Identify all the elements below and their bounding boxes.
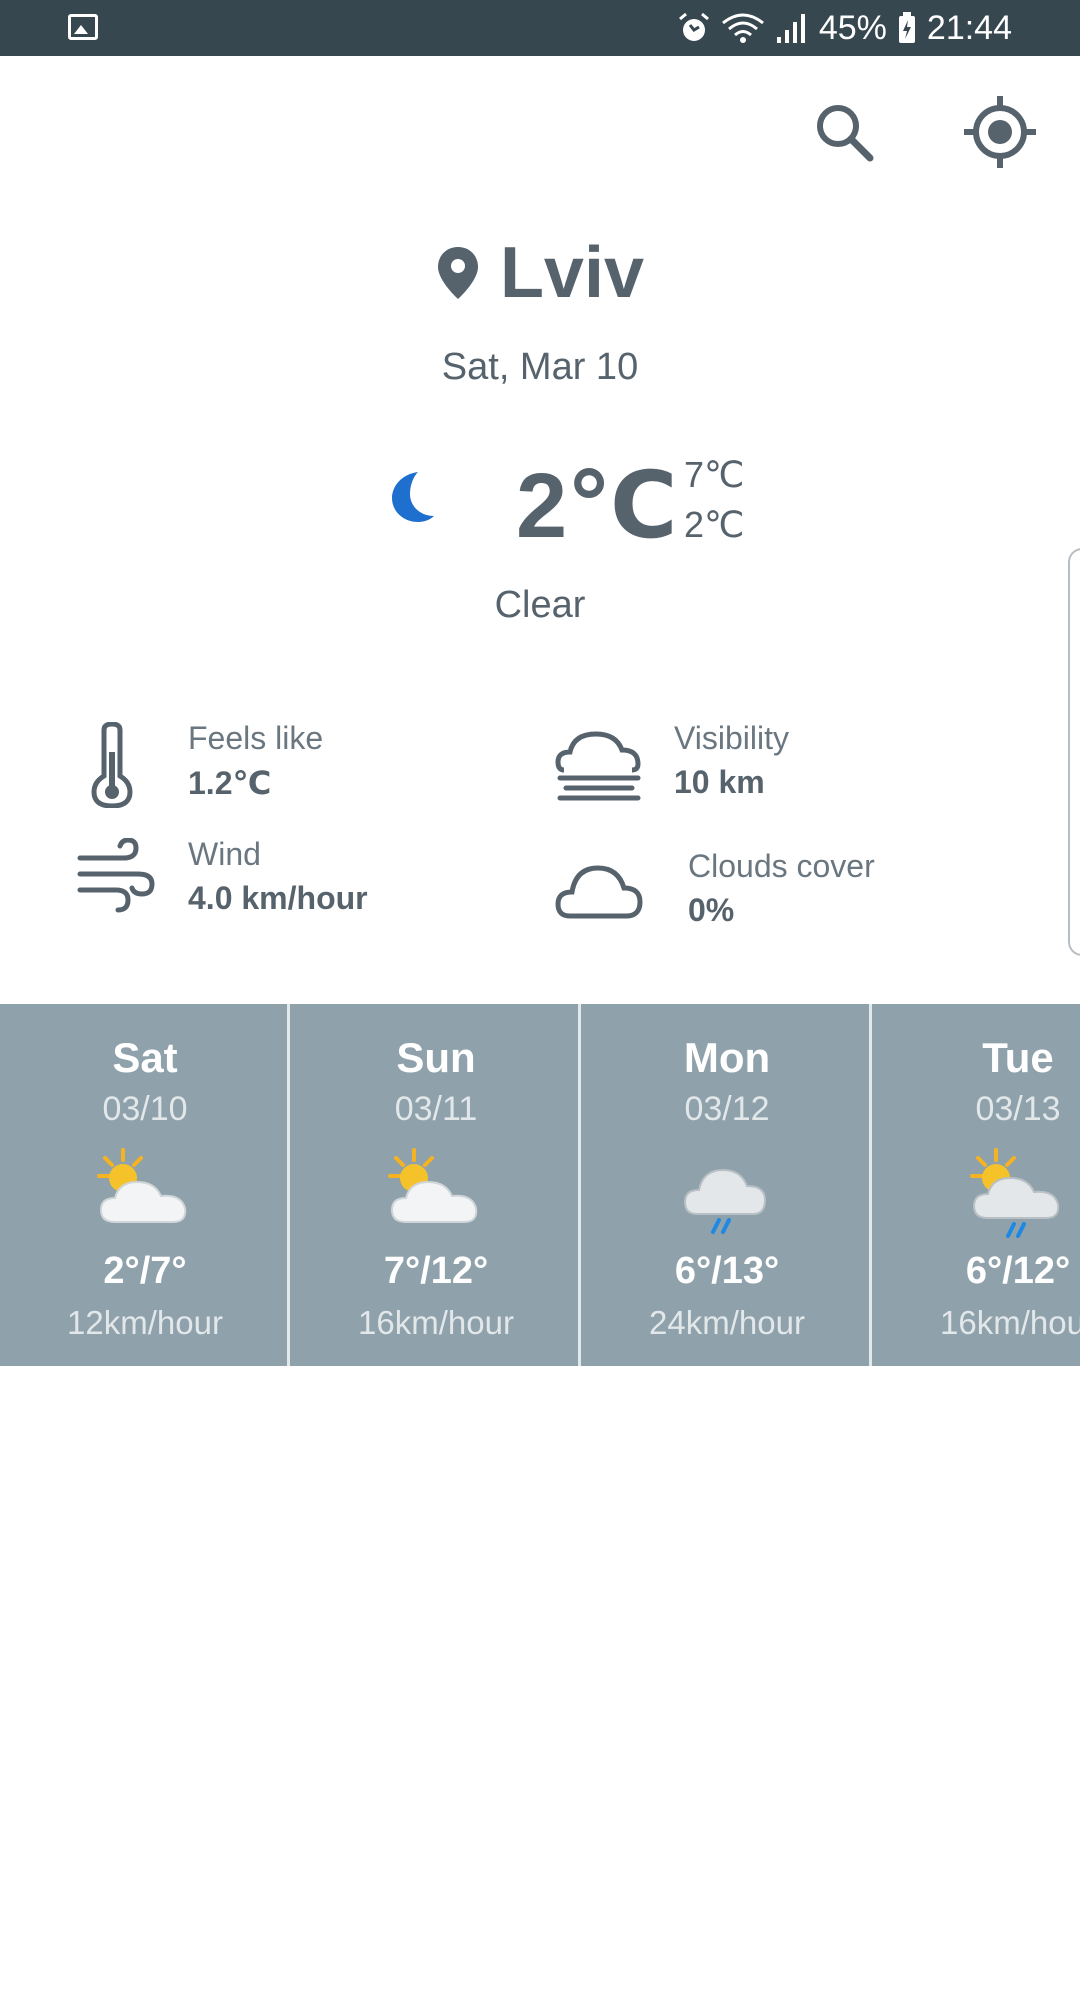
alarm-icon <box>678 12 709 41</box>
fog-icon <box>555 731 641 801</box>
partly-cloudy-icon <box>97 1148 187 1223</box>
forecast-strip[interactable]: Sat 03/10 2°/7° 12km/hour Sun 03/11 7°/1… <box>0 1004 1080 1366</box>
wind-icon <box>77 838 155 913</box>
wifi-icon <box>721 13 764 43</box>
high-temperature: 7℃ <box>684 454 745 495</box>
forecast-day: Mon <box>683 1034 771 1081</box>
search-button[interactable] <box>812 100 876 164</box>
weather-condition: Clear <box>494 584 586 626</box>
signal-icon <box>776 14 805 43</box>
forecast-temp: 6°/12° <box>965 1250 1071 1292</box>
forecast-wind: 16km/hour <box>358 1304 514 1341</box>
clouds-detail: Clouds cover 0% <box>540 826 1080 946</box>
cloud-icon <box>555 865 643 919</box>
feels-like-value: 1.2℃ <box>188 765 272 801</box>
forecast-wind: 16km/hour <box>940 1304 1080 1341</box>
feels-like-label: Feels like <box>188 720 324 756</box>
wind-value: 4.0 km/hour <box>188 880 368 916</box>
forecast-card[interactable]: Tue 03/13 6°/12° 16km/hour <box>873 1004 1080 1366</box>
search-icon <box>817 105 874 162</box>
status-bar: 45% 21:44 <box>0 0 1080 56</box>
forecast-wind: 24km/hour <box>649 1304 805 1341</box>
forecast-date: 03/11 <box>394 1090 478 1128</box>
location-header: Lviv <box>0 232 1080 314</box>
side-panel-handle[interactable] <box>1068 548 1080 956</box>
location-pin-icon <box>437 247 478 299</box>
wind-detail: Wind 4.0 km/hour <box>0 826 540 926</box>
feels-like-detail: Feels like 1.2℃ <box>0 710 540 810</box>
forecast-card[interactable]: Sat 03/10 2°/7° 12km/hour <box>0 1004 290 1366</box>
visibility-value: 10 km <box>674 764 765 800</box>
wind-label: Wind <box>188 836 261 872</box>
forecast-temp: 6°/13° <box>674 1250 780 1292</box>
forecast-day: Sun <box>396 1034 476 1081</box>
status-icons: 45% 21:44 <box>677 0 1012 56</box>
current-date: Sat, Mar 10 <box>441 346 639 388</box>
thermometer-icon <box>91 722 133 808</box>
forecast-temp: 2°/7° <box>103 1250 187 1292</box>
locate-button[interactable] <box>962 94 1038 170</box>
forecast-card[interactable]: Mon 03/12 6°/13° 24km/hour <box>582 1004 872 1366</box>
forecast-date: 03/10 <box>102 1090 188 1128</box>
moon-icon <box>392 472 434 522</box>
visibility-label: Visibility <box>674 720 789 756</box>
gallery-icon <box>68 14 98 40</box>
forecast-temp: 7°/12° <box>383 1250 489 1292</box>
low-temperature: 2℃ <box>684 504 745 545</box>
clouds-value: 0% <box>688 892 735 928</box>
partly-cloudy-icon <box>388 1148 478 1223</box>
battery-icon <box>898 12 915 43</box>
clouds-label: Clouds cover <box>688 848 875 884</box>
sun-rain-cloud-icon <box>970 1148 1060 1238</box>
forecast-day: Sat <box>112 1034 178 1081</box>
visibility-detail: Visibility 10 km <box>540 710 1080 810</box>
forecast-day: Tue <box>982 1034 1054 1081</box>
city-name: Lviv <box>499 233 645 313</box>
clock: 21:44 <box>926 8 1012 47</box>
forecast-wind: 12km/hour <box>67 1304 223 1341</box>
forecast-card[interactable]: Sun 03/11 7°/12° 16km/hour <box>291 1004 581 1366</box>
rain-cloud-icon <box>683 1168 767 1234</box>
forecast-date: 03/12 <box>684 1090 770 1128</box>
current-temperature: 2℃ <box>516 455 678 557</box>
gps-locate-icon <box>964 96 1036 168</box>
battery-percent: 45% <box>818 8 887 47</box>
forecast-date: 03/13 <box>975 1090 1061 1128</box>
